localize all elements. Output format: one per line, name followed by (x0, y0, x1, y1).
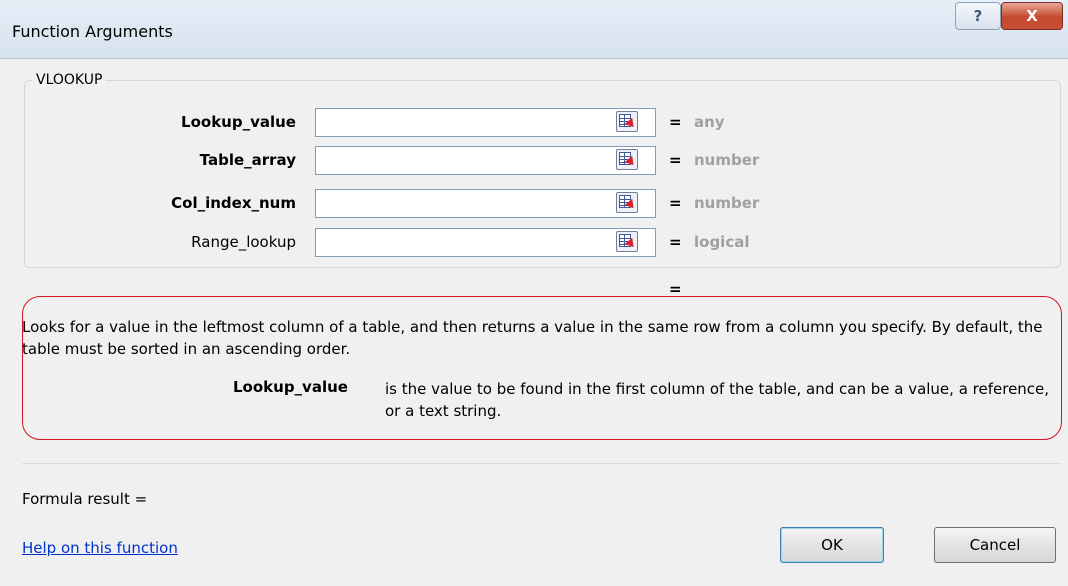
table-array-input[interactable] (315, 146, 656, 175)
collapse-dialog-icon[interactable] (616, 231, 638, 252)
argument-label: Lookup_value (181, 113, 296, 131)
cancel-button[interactable]: Cancel (934, 527, 1056, 563)
collapse-dialog-icon[interactable] (616, 149, 638, 170)
collapse-dialog-icon[interactable] (616, 192, 638, 213)
argument-help-name: Lookup_value (233, 378, 348, 396)
argument-help-text: is the value to be found in the first co… (385, 380, 1050, 420)
function-description: Looks for a value in the leftmost column… (22, 318, 1043, 358)
divider (22, 463, 1061, 464)
function-name-label: VLOOKUP (32, 72, 107, 88)
help-on-function-link[interactable]: Help on this function (22, 539, 178, 557)
close-icon[interactable]: X (1001, 2, 1063, 30)
formula-result: Formula result = (22, 490, 148, 508)
help-icon[interactable]: ? (955, 2, 1001, 30)
title-bar: Function Arguments ? X (0, 0, 1068, 59)
argument-type: logical (694, 233, 750, 251)
argument-type: number (694, 194, 760, 212)
argument-row-table-array: Table_array = number (0, 146, 1068, 176)
col-index-num-input[interactable] (315, 189, 656, 218)
argument-row-range-lookup: Range_lookup = logical (0, 228, 1068, 258)
argument-label: Table_array (199, 151, 296, 169)
argument-row-col-index-num: Col_index_num = number (0, 189, 1068, 219)
window-title: Function Arguments (12, 22, 173, 41)
equals-sign: = (669, 233, 682, 251)
range-lookup-input[interactable] (315, 228, 656, 257)
lookup-value-input[interactable] (315, 108, 656, 137)
argument-label: Range_lookup (191, 233, 296, 251)
equals-sign: = (669, 194, 682, 212)
argument-label: Col_index_num (171, 194, 296, 212)
argument-row-lookup-value: Lookup_value = any (0, 108, 1068, 138)
argument-type: any (694, 113, 725, 131)
argument-type: number (694, 151, 760, 169)
ok-button[interactable]: OK (780, 527, 884, 563)
equals-sign: = (669, 113, 682, 131)
collapse-dialog-icon[interactable] (616, 111, 638, 132)
equals-sign: = (669, 151, 682, 169)
